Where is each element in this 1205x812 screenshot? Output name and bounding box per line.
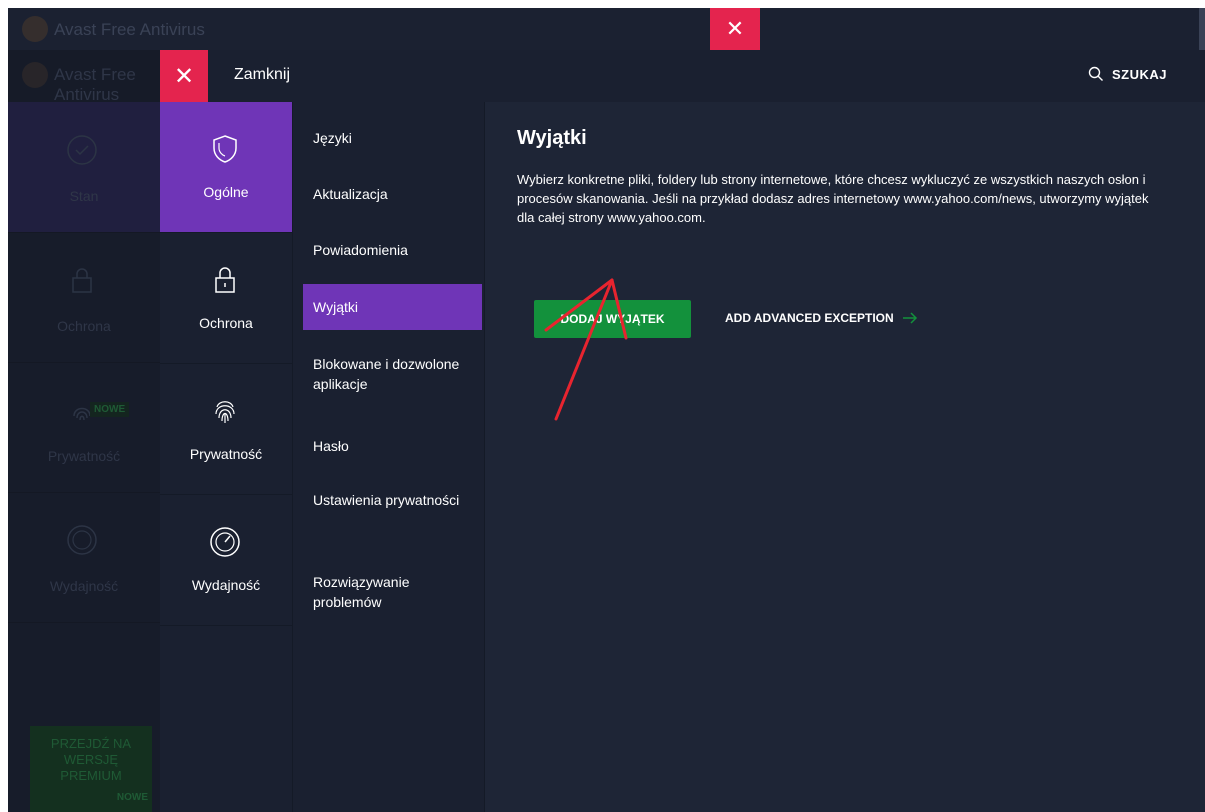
background-app-title-duplicate: Avast Free Antivirus: [54, 65, 136, 104]
close-icon: ✕: [173, 62, 195, 90]
premium-new-badge: NOWE: [116, 792, 148, 803]
subnav-item-ustawienia-prywatnosci[interactable]: Ustawienia prywatności: [303, 490, 463, 510]
search-icon: [1088, 66, 1103, 81]
category-label: Prywatność: [189, 446, 263, 462]
exceptions-content: Wyjątki Wybierz konkretne pliki, foldery…: [485, 102, 1205, 812]
category-label: Ogólne: [203, 184, 249, 200]
category-label: Ochrona: [199, 315, 253, 331]
add-advanced-exception-link[interactable]: ADD ADVANCED EXCEPTION: [725, 311, 918, 325]
background-premium-button[interactable]: PRZEJDŹ NA WERSJĘ PREMIUM NOWE: [30, 726, 152, 812]
app-window: Avast Free Antivirus ✕ Avast Free Antivi…: [8, 8, 1205, 812]
premium-line: PREMIUM: [60, 768, 122, 783]
subnav-item-rozwiazywanie-problemow[interactable]: Rozwiązywanie problemów: [303, 572, 443, 612]
add-exception-button[interactable]: DODAJ WYJĄTEK: [534, 300, 691, 338]
avast-logo-icon: [22, 62, 48, 88]
category-wydajnosc[interactable]: Wydajność: [160, 495, 292, 626]
background-scrollbar[interactable]: [1199, 8, 1205, 50]
premium-line: WERSJĘ: [63, 752, 119, 767]
lock-icon: [72, 268, 92, 293]
category-prywatnosc[interactable]: Prywatność: [160, 364, 292, 495]
subnav-item-wyjatki[interactable]: Wyjątki: [303, 284, 482, 330]
background-sidebar-label: Ochrona: [57, 318, 111, 334]
background-sidebar-item-prywatnosc[interactable]: Prywatność: [8, 362, 160, 493]
settings-panel: ✕ Zamknij SZUKAJ Ogólne Ochrona Prywatno…: [160, 50, 1205, 812]
shield-icon: [213, 135, 237, 163]
search-label: SZUKAJ: [1111, 66, 1167, 82]
search-button[interactable]: SZUKAJ: [1088, 66, 1167, 82]
category-nav: Ogólne Ochrona Prywatność Wydajność: [160, 102, 293, 812]
subnav-item-aktualizacja[interactable]: Aktualizacja: [303, 184, 482, 204]
subsection-nav: Języki Aktualizacja Powiadomienia Wyjątk…: [293, 102, 485, 812]
settings-header: ✕ Zamknij SZUKAJ: [160, 50, 1205, 102]
background-topbar: Avast Free Antivirus: [8, 50, 160, 104]
background-titlebar: Avast Free Antivirus ✕: [8, 8, 1205, 50]
page-description: Wybierz konkretne pliki, foldery lub str…: [517, 172, 1149, 225]
category-label: Wydajność: [191, 577, 261, 593]
close-label[interactable]: Zamknij: [234, 66, 290, 84]
subnav-item-blokowane-aplikacje[interactable]: Blokowane i dozwolone aplikacje: [303, 354, 482, 394]
lock-icon: [215, 267, 235, 293]
background-sidebar-item-stan[interactable]: Stan: [8, 102, 160, 233]
subnav-item-haslo[interactable]: Hasło: [303, 436, 482, 456]
check-circle-icon: [67, 135, 97, 165]
subnav-item-jezyki[interactable]: Języki: [303, 128, 482, 148]
background-sidebar: Avast Free Antivirus Stan Ochrona Prywat…: [8, 50, 160, 812]
speedometer-icon: [67, 525, 97, 555]
premium-line: PRZEJDŹ NA: [50, 736, 132, 751]
avast-logo-icon: [22, 16, 48, 42]
arrow-right-icon: [902, 312, 917, 324]
background-new-badge: NOWE: [90, 402, 130, 417]
background-sidebar-label: Wydajność: [49, 578, 119, 594]
background-close-button[interactable]: ✕: [710, 8, 760, 50]
background-app-title: Avast Free Antivirus: [54, 20, 205, 39]
background-sidebar-item-ochrona[interactable]: Ochrona: [8, 232, 160, 363]
subnav-item-powiadomienia[interactable]: Powiadomienia: [303, 240, 482, 260]
background-sidebar-item-wydajnosc[interactable]: Wydajność: [8, 492, 160, 623]
category-ochrona[interactable]: Ochrona: [160, 233, 292, 364]
page-title: Wyjątki: [517, 127, 587, 149]
background-sidebar-label: Prywatność: [47, 448, 121, 464]
advanced-link-label: ADD ADVANCED EXCEPTION: [725, 311, 894, 325]
fingerprint-icon: [215, 401, 235, 423]
speedometer-icon: [210, 527, 240, 557]
category-ogolne[interactable]: Ogólne: [160, 102, 292, 233]
close-settings-button[interactable]: ✕: [160, 50, 208, 102]
close-icon: ✕: [725, 16, 745, 41]
background-sidebar-label: Stan: [69, 188, 99, 204]
